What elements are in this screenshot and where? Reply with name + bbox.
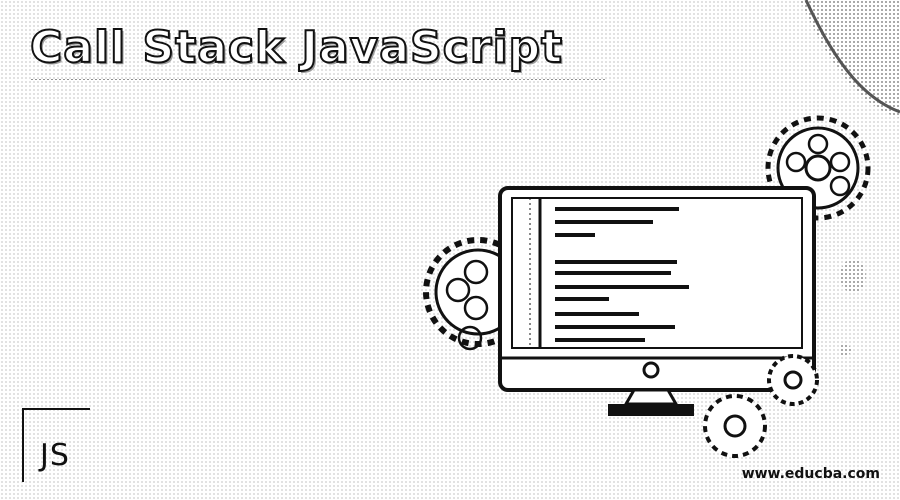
gear-icon (703, 394, 767, 458)
website-url: www.educba.com (741, 466, 880, 482)
decorative-blob (840, 259, 866, 293)
illustration (423, 0, 900, 458)
corner-swoosh-icon (800, 0, 900, 118)
decorative-dot (839, 344, 851, 356)
gear-icon (767, 354, 819, 406)
monitor-icon (498, 186, 816, 416)
